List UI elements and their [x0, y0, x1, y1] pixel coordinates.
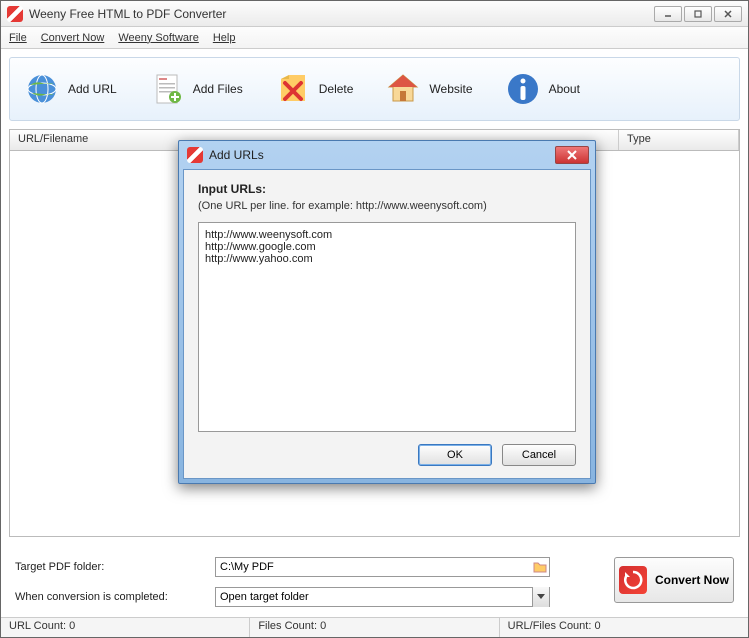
menubar: File Convert Now Weeny Software Help [1, 27, 748, 49]
close-button[interactable] [714, 6, 742, 22]
status-total-count: URL/Files Count: 0 [500, 618, 748, 637]
close-icon [723, 9, 733, 19]
target-folder-input[interactable] [215, 557, 550, 577]
file-icon [149, 71, 185, 107]
urls-textarea[interactable] [198, 222, 576, 432]
maximize-icon [693, 9, 703, 19]
home-icon [385, 71, 421, 107]
add-urls-dialog: Add URLs Input URLs: (One URL per line. … [178, 140, 596, 484]
statusbar: URL Count: 0 Files Count: 0 URL/Files Co… [1, 617, 748, 637]
toolbar-website[interactable]: Website [381, 67, 476, 111]
dialog-hint: (One URL per line. for example: http://w… [198, 200, 576, 212]
toolbar-add-files-label: Add Files [193, 82, 243, 96]
cancel-button[interactable]: Cancel [502, 444, 576, 466]
col-type[interactable]: Type [619, 130, 739, 150]
dialog-app-icon [187, 147, 203, 163]
toolbar: Add URL Add Files Delete Website About [9, 57, 740, 121]
completion-select[interactable] [215, 587, 550, 607]
minimize-button[interactable] [654, 6, 682, 22]
globe-icon [24, 71, 60, 107]
completion-label: When conversion is completed: [15, 591, 205, 603]
target-folder-label: Target PDF folder: [15, 561, 205, 573]
toolbar-delete[interactable]: Delete [271, 67, 358, 111]
toolbar-add-files[interactable]: Add Files [145, 67, 247, 111]
app-icon [7, 6, 23, 22]
menu-weeny[interactable]: Weeny Software [118, 32, 199, 44]
bottom-panel: Target PDF folder: When conversion is co… [1, 545, 748, 617]
folder-icon [532, 559, 548, 575]
status-url-count: URL Count: 0 [1, 618, 250, 637]
dialog-body: Input URLs: (One URL per line. for examp… [183, 169, 591, 479]
maximize-button[interactable] [684, 6, 712, 22]
info-icon [505, 71, 541, 107]
dialog-title: Add URLs [209, 148, 555, 162]
menu-help[interactable]: Help [213, 32, 236, 44]
browse-folder-button[interactable] [532, 559, 548, 575]
ok-button[interactable]: OK [418, 444, 492, 466]
dialog-titlebar: Add URLs [183, 145, 591, 169]
menu-convert[interactable]: Convert Now [41, 32, 105, 44]
status-files-count: Files Count: 0 [250, 618, 499, 637]
toolbar-add-url-label: Add URL [68, 82, 117, 96]
delete-icon [275, 71, 311, 107]
dialog-close-button[interactable] [555, 146, 589, 164]
menu-file[interactable]: File [9, 32, 27, 44]
window-title: Weeny Free HTML to PDF Converter [29, 7, 654, 21]
minimize-icon [663, 9, 673, 19]
toolbar-about-label: About [549, 82, 580, 96]
toolbar-about[interactable]: About [501, 67, 584, 111]
close-icon [566, 150, 578, 160]
convert-now-label: Convert Now [655, 573, 729, 587]
convert-now-button[interactable]: Convert Now [614, 557, 734, 603]
toolbar-add-url[interactable]: Add URL [20, 67, 121, 111]
convert-icon [619, 566, 647, 594]
toolbar-website-label: Website [429, 82, 472, 96]
toolbar-delete-label: Delete [319, 82, 354, 96]
titlebar: Weeny Free HTML to PDF Converter [1, 1, 748, 27]
dialog-heading: Input URLs: [198, 182, 576, 196]
